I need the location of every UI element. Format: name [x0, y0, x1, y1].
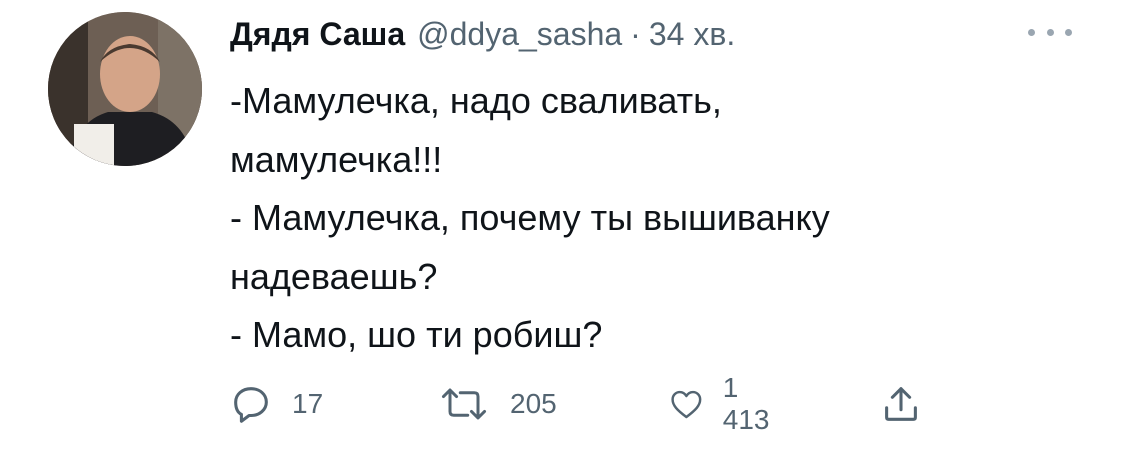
- tweet-text-line: - Мамо, шо ти робиш?: [230, 314, 603, 355]
- tweet-text-line: мамулечка!!!: [230, 138, 443, 180]
- heart-icon: [671, 390, 702, 419]
- reply-count: 17: [292, 388, 324, 419]
- tweet-text-line: - Мамулечка, почему ты вышиванку: [230, 197, 830, 238]
- tweet-text-line: надеваешь?: [230, 255, 438, 297]
- tweet-text: -Мамулечка, надо сваливать, мамулечка!!!…: [230, 72, 1050, 365]
- share-button[interactable]: [878, 380, 924, 428]
- tweet-card: Дядя Саша @ddya_sasha · 34 хв. -Мамулечк…: [0, 0, 1125, 468]
- retweet-button[interactable]: 205: [436, 380, 557, 428]
- like-count: 1 413: [722, 372, 770, 435]
- more-horizontal-icon: [1028, 28, 1035, 36]
- header-separator: ·: [630, 16, 641, 52]
- retweet-count: 205: [510, 388, 557, 419]
- tweet-text-line: -Мамулечка, надо сваливать,: [230, 80, 722, 121]
- more-dot: [1046, 28, 1054, 36]
- like-button[interactable]: 1 413: [668, 372, 779, 435]
- tweet-header: Дядя Саша @ddya_sasha · 34 хв.: [230, 14, 735, 54]
- more-dot: [1065, 28, 1072, 36]
- speech-bubble-icon: [234, 387, 268, 423]
- reply-button[interactable]: 17: [228, 380, 323, 428]
- tweet-timestamp[interactable]: 34 хв.: [649, 14, 735, 54]
- retweet-arrows-icon: [441, 388, 487, 420]
- author-display-name[interactable]: Дядя Саша: [230, 14, 405, 54]
- share-upload-icon: [885, 387, 917, 421]
- avatar[interactable]: [48, 12, 202, 166]
- more-options-button[interactable]: [1028, 22, 1072, 42]
- author-handle[interactable]: @ddya_sasha: [417, 14, 622, 54]
